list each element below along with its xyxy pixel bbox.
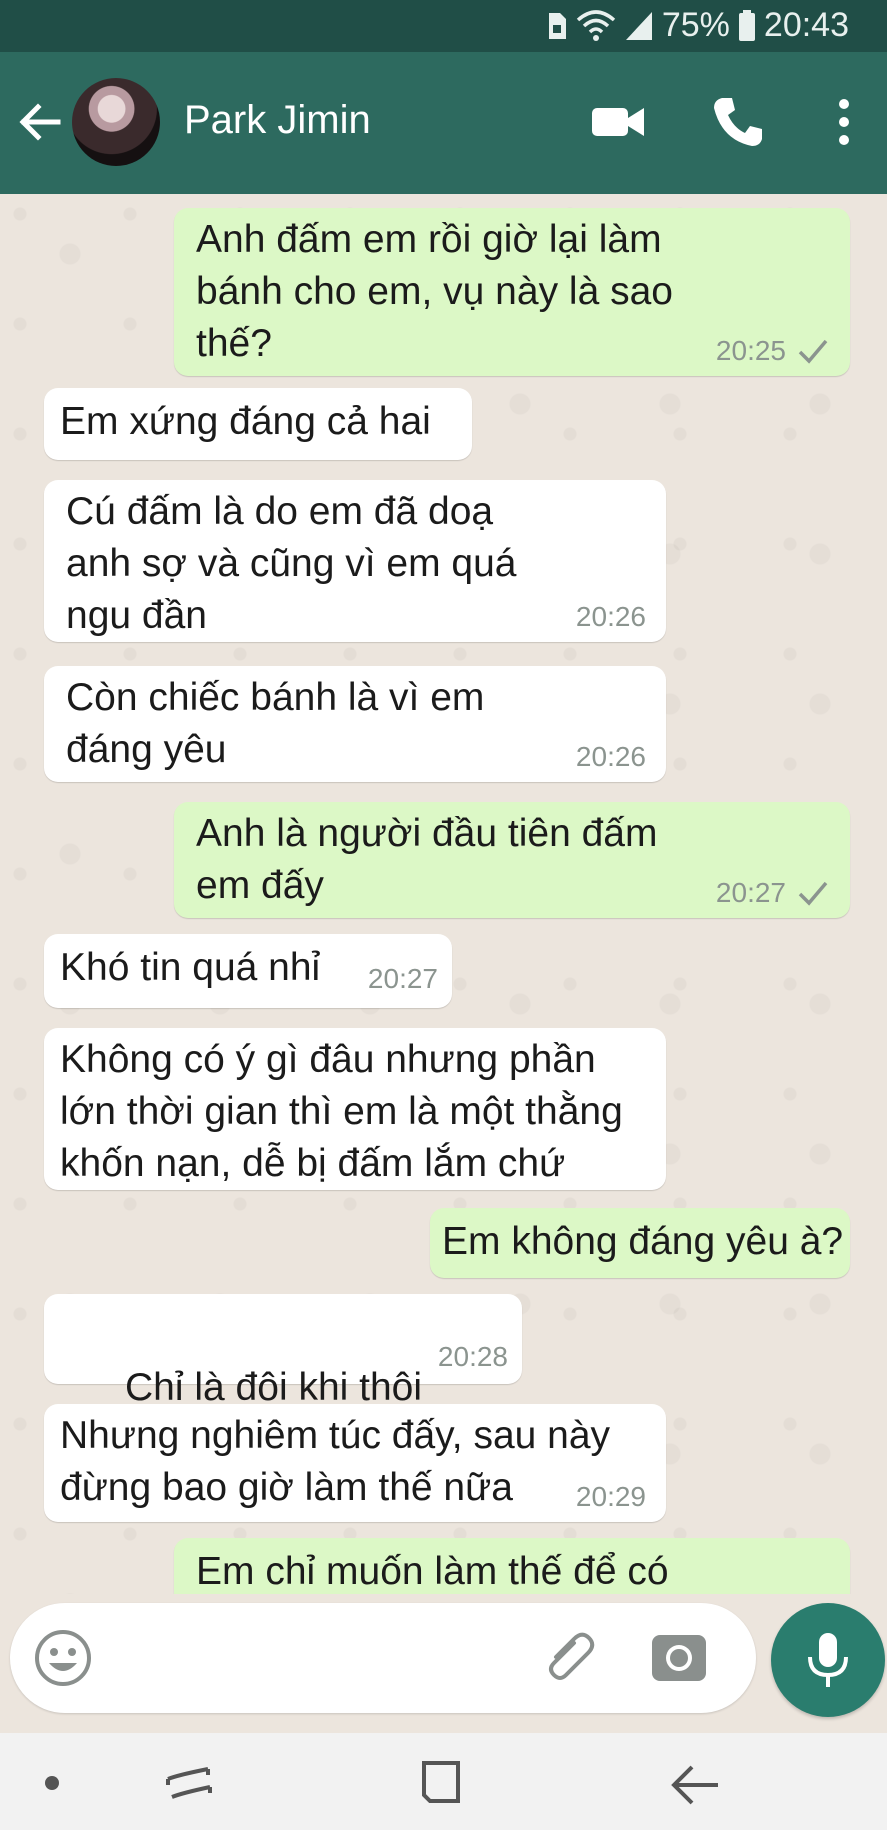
attachment-icon[interactable]	[540, 1627, 602, 1689]
message-text: Anh đấm em rồi giờ lại làm bánh cho em, …	[196, 218, 673, 365]
contact-name[interactable]: Park Jimin	[184, 98, 371, 143]
message-text: Em xứng đáng cả hai	[60, 400, 431, 443]
message-time: 20:28	[437, 1341, 508, 1372]
sim-icon	[548, 12, 566, 39]
video-call-icon[interactable]	[588, 92, 648, 152]
message-incoming[interactable]: Khó tin quá nhỉ 20:27	[44, 934, 452, 1008]
microphone-icon	[808, 1633, 848, 1687]
message-outgoing[interactable]: Anh là người đầu tiên đấm em đấy 20:27	[174, 802, 850, 918]
message-time: 20:27	[715, 877, 786, 908]
message-incoming[interactable]: Nhưng nghiêm túc đấy, sau này đừng bao g…	[44, 1404, 666, 1522]
single-check-icon	[798, 339, 828, 364]
message-meta: 20:25	[716, 336, 830, 366]
message-incoming[interactable]: Cú đấm là do em đã doạ anh sợ và cũng vì…	[44, 480, 666, 642]
back-arrow-icon[interactable]	[14, 96, 66, 148]
back-icon[interactable]	[666, 1755, 726, 1811]
avatar[interactable]	[72, 78, 160, 166]
message-meta: 20:29	[576, 1482, 646, 1512]
battery-icon	[738, 9, 755, 41]
message-meta: 20:28	[438, 1342, 508, 1372]
microphone-button[interactable]	[771, 1603, 885, 1717]
message-list[interactable]: Anh đấm em rồi giờ lại làm bánh cho em, …	[0, 194, 887, 1594]
status-time: 20:43	[763, 6, 849, 44]
message-incoming[interactable]: Em xứng đáng cả hai	[44, 388, 472, 460]
message-time: 20:27	[367, 963, 438, 994]
status-bar: 75% 20:43	[0, 0, 887, 52]
message-text-content: Chỉ là đôi khi thôi	[125, 1366, 423, 1409]
emoji-icon[interactable]	[30, 1625, 96, 1691]
message-incoming[interactable]: Chỉ là đôi khi thôi 20:28	[44, 1294, 522, 1452]
message-text: Anh là người đầu tiên đấm em đấy	[196, 812, 658, 907]
message-time: 20:26	[575, 601, 646, 632]
message-time: 20:25	[715, 335, 786, 366]
message-outgoing[interactable]: Anh đấm em rồi giờ lại làm bánh cho em, …	[174, 208, 850, 376]
home-dot-icon[interactable]	[22, 1755, 82, 1811]
recents-icon[interactable]	[160, 1755, 220, 1811]
message-text: Không có ý gì đâu nhưng phần lớn thời gi…	[60, 1038, 623, 1185]
message-text: Em không đáng yêu à?	[442, 1220, 844, 1263]
wifi-icon	[576, 9, 616, 41]
camera-icon[interactable]	[650, 1629, 708, 1687]
message-text-field[interactable]	[110, 1631, 524, 1687]
message-meta: 20:27	[716, 878, 830, 908]
single-check-icon	[798, 881, 828, 906]
message-text: Em chỉ muốn làm thế để có	[196, 1550, 669, 1593]
status-icons: 75% 20:43	[546, 6, 849, 45]
message-text: Khó tin quá nhỉ	[60, 946, 321, 989]
system-nav-bar	[0, 1733, 887, 1830]
message-text: Cú đấm là do em đã doạ anh sợ và cũng vì…	[66, 490, 517, 637]
message-meta: 20:26	[576, 742, 646, 772]
message-outgoing[interactable]: Em không đáng yêu à?	[430, 1208, 850, 1278]
message-meta: 20:27	[368, 964, 438, 994]
overview-icon[interactable]	[412, 1755, 472, 1811]
signal-icon	[625, 11, 652, 40]
chat-header: Park Jimin	[0, 52, 887, 194]
phone-icon[interactable]	[708, 92, 768, 152]
message-meta: 20:26	[576, 602, 646, 632]
message-time: 20:26	[575, 741, 646, 772]
message-outgoing[interactable]: Em chỉ muốn làm thế để có	[174, 1538, 850, 1594]
battery-percent: 75%	[661, 6, 730, 44]
message-incoming[interactable]: Không có ý gì đâu nhưng phần lớn thời gi…	[44, 1028, 666, 1190]
message-text: Còn chiếc bánh là vì em đáng yêu	[66, 676, 485, 771]
message-text: Nhưng nghiêm túc đấy, sau này đừng bao g…	[60, 1414, 611, 1509]
message-input[interactable]	[10, 1603, 756, 1713]
message-time: 20:29	[575, 1481, 646, 1512]
message-incoming[interactable]: Còn chiếc bánh là vì em đáng yêu 20:26	[44, 666, 666, 782]
more-vert-icon[interactable]	[826, 92, 862, 152]
